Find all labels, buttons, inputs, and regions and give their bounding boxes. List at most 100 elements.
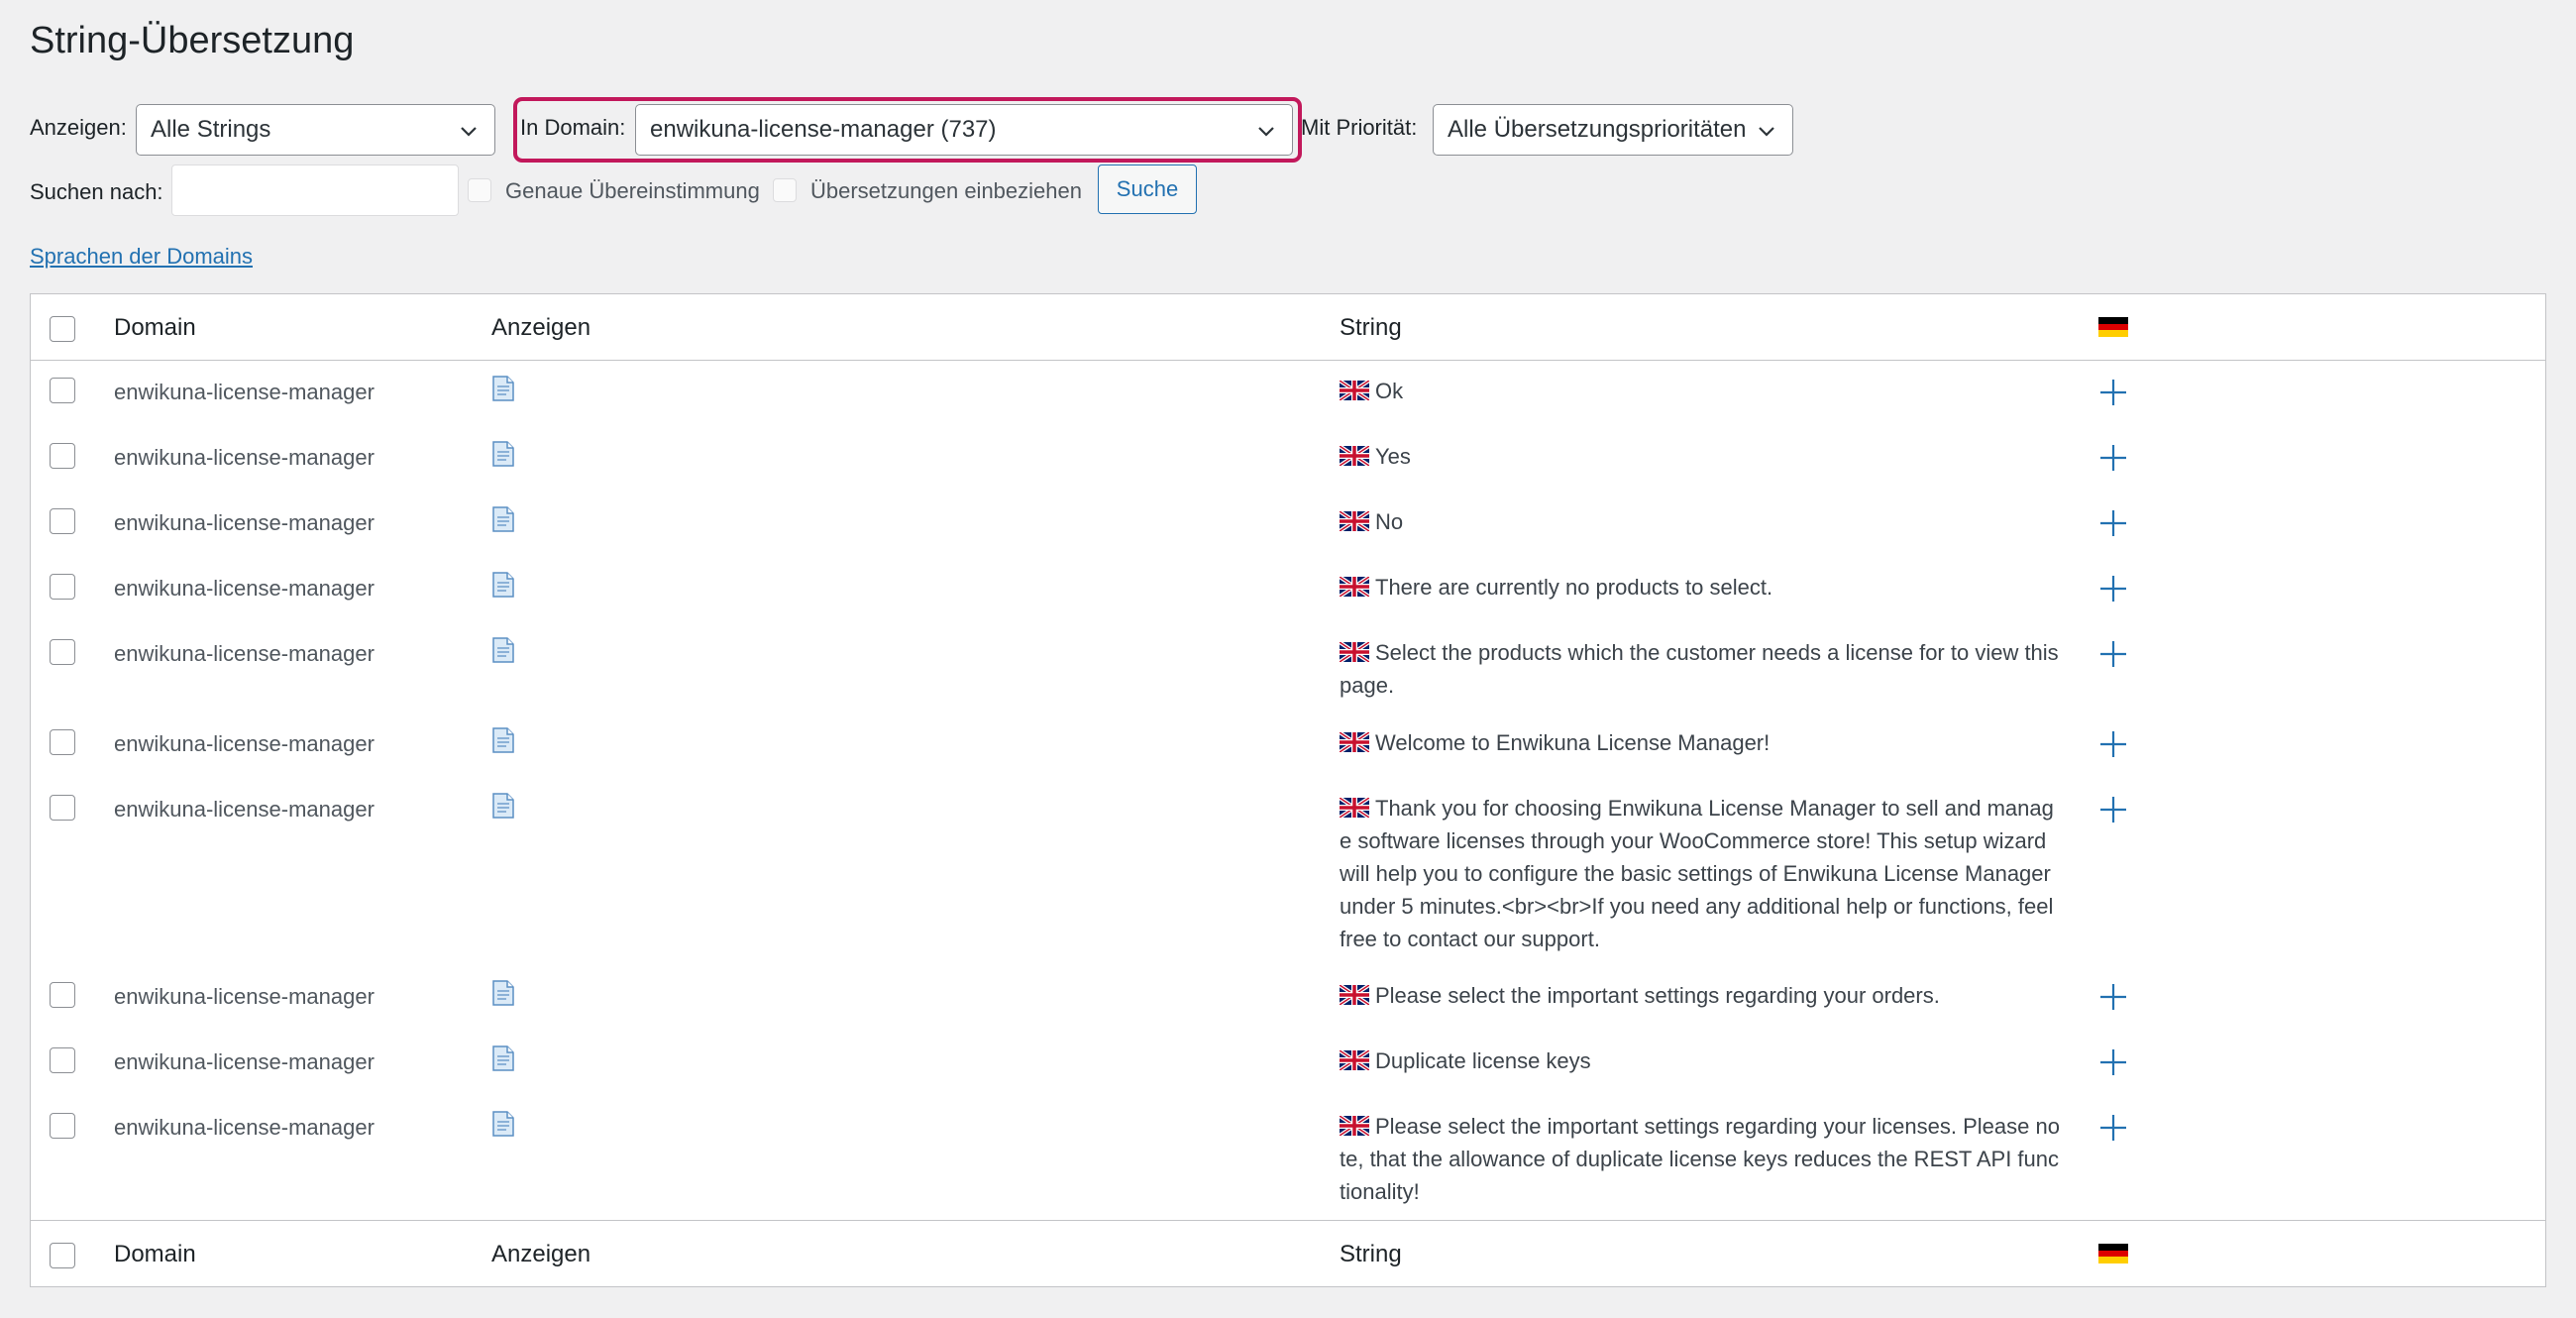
row-domain: enwikuna-license-manager: [114, 510, 375, 535]
document-icon[interactable]: [492, 727, 514, 753]
domain-filter-label: In Domain:: [520, 115, 626, 140]
table-header: Domain Anzeigen String: [31, 294, 2545, 361]
column-footer-domain[interactable]: Domain: [114, 1241, 196, 1268]
row-string-text: Select the products which the customer n…: [1340, 640, 2059, 698]
document-icon[interactable]: [492, 637, 514, 663]
priority-filter-select[interactable]: Alle Übersetzungsprioritäten: [1433, 104, 1793, 156]
gb-flag-icon: [1340, 381, 1369, 400]
gb-flag-icon: [1340, 1116, 1369, 1136]
gb-flag-icon: [1340, 732, 1369, 752]
add-translation-icon[interactable]: [2098, 574, 2128, 604]
gb-flag-icon: [1340, 446, 1369, 466]
exact-match-checkbox[interactable]: [468, 178, 491, 202]
document-icon[interactable]: [492, 376, 514, 401]
chevron-down-icon: [1759, 127, 1774, 137]
row-string-text: Ok: [1375, 379, 1404, 403]
document-icon[interactable]: [492, 506, 514, 532]
priority-filter-value: Alle Übersetzungsprioritäten: [1448, 116, 1747, 143]
table-footer: Domain Anzeigen String: [31, 1220, 2545, 1286]
row-domain: enwikuna-license-manager: [114, 731, 375, 756]
row-domain: enwikuna-license-manager: [114, 641, 375, 666]
column-header-view: Anzeigen: [491, 314, 591, 341]
document-icon[interactable]: [492, 980, 514, 1006]
select-all-checkbox[interactable]: [50, 316, 75, 342]
row-checkbox[interactable]: [50, 795, 75, 821]
domain-filter-value: enwikuna-license-manager (737): [650, 116, 997, 143]
column-header-string[interactable]: String: [1340, 314, 1402, 342]
row-domain: enwikuna-license-manager: [114, 576, 375, 601]
add-translation-icon[interactable]: [2098, 1113, 2128, 1143]
row-checkbox[interactable]: [50, 729, 75, 755]
show-filter-select[interactable]: Alle Strings: [136, 104, 495, 156]
chevron-down-icon: [461, 127, 477, 137]
row-string: Yes: [1340, 440, 2061, 473]
row-string: Select the products which the customer n…: [1340, 636, 2061, 702]
row-domain: enwikuna-license-manager: [114, 380, 375, 404]
row-domain: enwikuna-license-manager: [114, 1049, 375, 1074]
add-translation-icon[interactable]: [2098, 508, 2128, 538]
row-string-text: Thank you for choosing Enwikuna License …: [1340, 796, 2054, 951]
row-string-text: No: [1375, 509, 1404, 534]
add-translation-icon[interactable]: [2098, 443, 2128, 473]
strings-table: Domain Anzeigen String enwikuna-license-…: [30, 293, 2546, 1287]
add-translation-icon[interactable]: [2098, 1047, 2128, 1077]
row-domain: enwikuna-license-manager: [114, 445, 375, 470]
gb-flag-icon: [1340, 511, 1369, 531]
row-domain: enwikuna-license-manager: [114, 1115, 375, 1140]
add-translation-icon[interactable]: [2098, 795, 2128, 824]
document-icon[interactable]: [492, 793, 514, 819]
column-header-domain[interactable]: Domain: [114, 314, 196, 342]
row-string: There are currently no products to selec…: [1340, 571, 2061, 604]
row-string-text: Please select the important settings reg…: [1375, 983, 1940, 1008]
column-footer-string[interactable]: String: [1340, 1241, 1402, 1268]
document-icon[interactable]: [492, 1045, 514, 1071]
row-string-text: Please select the important settings reg…: [1340, 1114, 2060, 1204]
document-icon[interactable]: [492, 441, 514, 467]
domain-languages-link[interactable]: Sprachen der Domains: [30, 244, 253, 270]
column-footer-view: Anzeigen: [491, 1241, 591, 1267]
exact-match-label: Genaue Übereinstimmung: [505, 178, 760, 203]
row-checkbox[interactable]: [50, 639, 75, 665]
row-checkbox[interactable]: [50, 1113, 75, 1139]
row-string: Thank you for choosing Enwikuna License …: [1340, 792, 2061, 955]
row-string-text: There are currently no products to selec…: [1375, 575, 1773, 600]
row-checkbox[interactable]: [50, 508, 75, 534]
page-title: String-Übersetzung: [30, 20, 355, 61]
gb-flag-icon: [1340, 577, 1369, 597]
search-button[interactable]: Suche: [1098, 165, 1197, 214]
gb-flag-icon: [1340, 1050, 1369, 1070]
row-string: Please select the important settings reg…: [1340, 979, 2061, 1012]
row-checkbox[interactable]: [50, 378, 75, 403]
row-checkbox[interactable]: [50, 443, 75, 469]
include-translations-label: Übersetzungen einbeziehen: [810, 178, 1082, 203]
row-string: Welcome to Enwikuna License Manager!: [1340, 726, 2061, 759]
select-all-checkbox-footer[interactable]: [50, 1243, 75, 1268]
search-label: Suchen nach:: [30, 179, 163, 204]
de-flag-icon: [2098, 317, 2128, 337]
gb-flag-icon: [1340, 642, 1369, 662]
gb-flag-icon: [1340, 985, 1369, 1005]
document-icon[interactable]: [492, 1111, 514, 1137]
priority-filter-label: Mit Priorität:: [1301, 115, 1418, 140]
add-translation-icon[interactable]: [2098, 982, 2128, 1012]
de-flag-icon: [2098, 1244, 2128, 1263]
row-string-text: Welcome to Enwikuna License Manager!: [1375, 730, 1771, 755]
string-translation-page: String-Übersetzung Anzeigen: Alle String…: [0, 0, 2576, 1318]
include-translations-checkbox[interactable]: [773, 178, 797, 202]
document-icon[interactable]: [492, 572, 514, 598]
gb-flag-icon: [1340, 798, 1369, 818]
row-domain: enwikuna-license-manager: [114, 984, 375, 1009]
row-checkbox[interactable]: [50, 1047, 75, 1073]
add-translation-icon[interactable]: [2098, 729, 2128, 759]
add-translation-icon[interactable]: [2098, 639, 2128, 669]
show-filter-label: Anzeigen:: [30, 115, 127, 140]
row-checkbox[interactable]: [50, 574, 75, 600]
row-domain: enwikuna-license-manager: [114, 797, 375, 822]
chevron-down-icon: [1258, 127, 1274, 137]
search-input[interactable]: [171, 165, 459, 216]
row-checkbox[interactable]: [50, 982, 75, 1008]
domain-filter-select[interactable]: enwikuna-license-manager (737): [635, 104, 1293, 156]
add-translation-icon[interactable]: [2098, 378, 2128, 407]
row-string: No: [1340, 505, 2061, 538]
row-string-text: Duplicate license keys: [1375, 1048, 1591, 1073]
